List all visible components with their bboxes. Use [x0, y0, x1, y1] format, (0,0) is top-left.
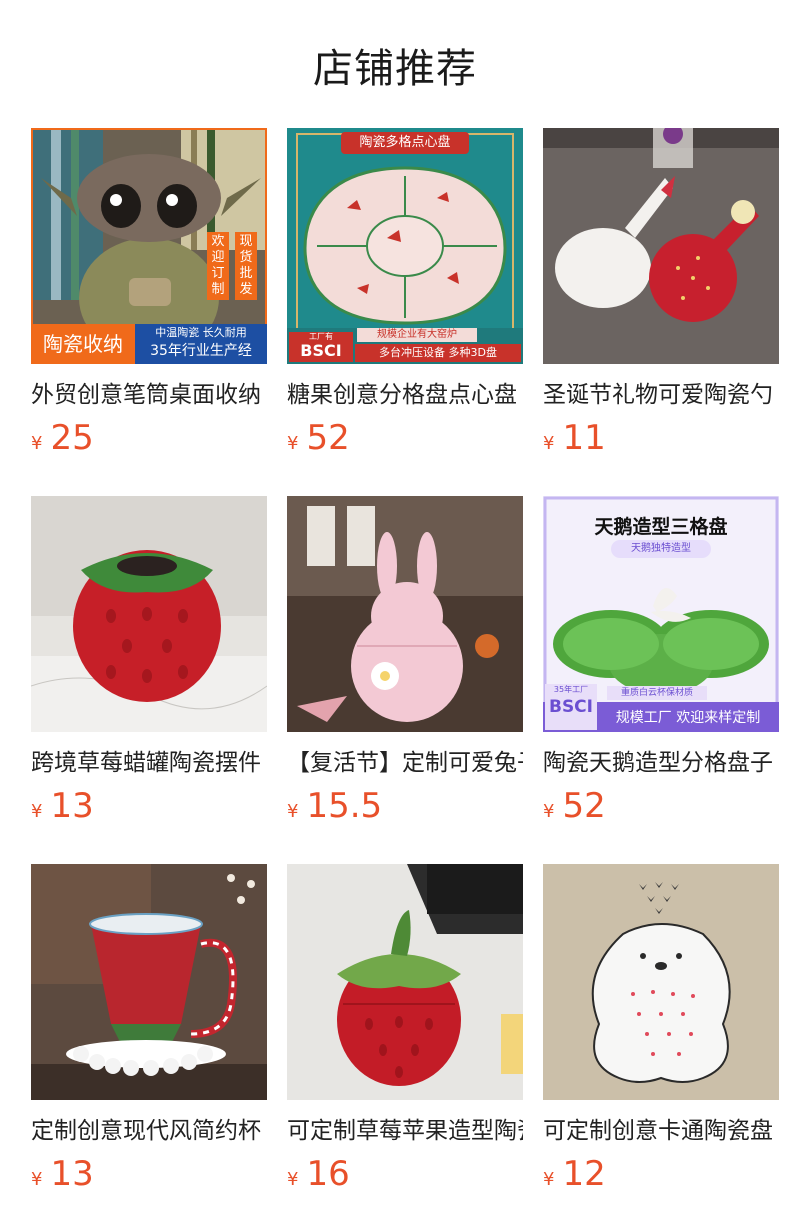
product-card[interactable]: 跨境草莓蜡罐陶瓷摆件 ¥13 — [31, 496, 267, 826]
price-value: 25 — [50, 418, 94, 458]
subheading-label: 天鹅独特造型 — [611, 540, 711, 558]
bsci-label: BSCI — [548, 697, 593, 717]
product-image[interactable]: 陶瓷多格点心盘 工厂有 BSCI 规模企业有大窑炉 多台冲压设备 多种3D盘 — [287, 128, 523, 364]
product-price: ¥52 — [287, 418, 523, 458]
product-image[interactable] — [543, 128, 779, 364]
product-price: ¥11 — [543, 418, 779, 458]
badge-sub: 中温陶瓷 长久耐用 35年行业生产经 — [135, 324, 267, 364]
product-name[interactable]: 糖果创意分格盘点心盘 — [287, 380, 523, 410]
footer-label: 规模工厂 欢迎来样定制 — [615, 710, 761, 726]
bsci-badge: 35年工厂 BSCI — [545, 684, 597, 730]
product-name[interactable]: 外贸创意笔筒桌面收纳 — [31, 380, 267, 410]
page-title: 店铺推荐 — [313, 46, 477, 92]
product-price: ¥52 — [543, 786, 779, 826]
currency-symbol: ¥ — [31, 801, 43, 822]
product-card[interactable]: 可定制草莓苹果造型陶瓷 ¥16 — [287, 864, 523, 1194]
product-name[interactable]: 可定制草莓苹果造型陶瓷 — [287, 1116, 523, 1146]
product-card[interactable]: 圣诞节礼物可爱陶瓷勺 ¥11 — [543, 128, 779, 458]
product-price: ¥16 — [287, 1154, 523, 1194]
product-price: ¥13 — [31, 1154, 267, 1194]
currency-symbol: ¥ — [543, 1169, 555, 1190]
material-label: 重质白云杯保材质 — [607, 686, 707, 700]
price-value: 16 — [306, 1154, 350, 1194]
custom-tag: 欢迎订制 — [207, 232, 229, 300]
product-price: ¥13 — [31, 786, 267, 826]
stock-tag: 现货批发 — [235, 232, 257, 300]
product-image[interactable] — [543, 864, 779, 1100]
bsci-label: BSCI — [300, 341, 342, 360]
heading-label: 天鹅造型三格盘 — [594, 516, 728, 538]
price-value: 13 — [50, 1154, 94, 1194]
price-value: 13 — [50, 786, 94, 826]
price-value: 11 — [562, 418, 606, 458]
price-value: 12 — [562, 1154, 606, 1194]
product-price: ¥15.5 — [287, 786, 523, 826]
product-card[interactable]: 天鹅造型三格盘 天鹅独特造型 35年工厂 BSCI 重质白云杯保材质 规模工厂 … — [543, 496, 779, 826]
product-image[interactable] — [287, 496, 523, 732]
product-image[interactable]: 欢迎订制 现货批发 陶瓷收纳 中温陶瓷 长久耐用 35年行业生产经 — [31, 128, 267, 364]
product-price: ¥12 — [543, 1154, 779, 1194]
product-name[interactable]: 【复活节】定制可爱兔子 — [287, 748, 523, 778]
product-card[interactable]: 定制创意现代风简约杯 ¥13 — [31, 864, 267, 1194]
product-image[interactable] — [31, 864, 267, 1100]
currency-symbol: ¥ — [31, 433, 43, 454]
product-name[interactable]: 可定制创意卡通陶瓷盘 — [543, 1116, 779, 1146]
product-name[interactable]: 定制创意现代风简约杯 — [31, 1116, 267, 1146]
bsci-badge: 工厂有 BSCI — [289, 332, 353, 362]
badge-sub-line1: 中温陶瓷 长久耐用 — [155, 326, 247, 339]
product-card[interactable]: 欢迎订制 现货批发 陶瓷收纳 中温陶瓷 长久耐用 35年行业生产经 外贸创意笔筒… — [31, 128, 267, 458]
price-value: 52 — [306, 418, 350, 458]
product-card[interactable]: 陶瓷多格点心盘 工厂有 BSCI 规模企业有大窑炉 多台冲压设备 多种3D盘 糖… — [287, 128, 523, 458]
currency-symbol: ¥ — [543, 433, 555, 454]
product-card[interactable]: 可定制创意卡通陶瓷盘 ¥12 — [543, 864, 779, 1194]
currency-symbol: ¥ — [287, 1169, 299, 1190]
banner-label: 陶瓷多格点心盘 — [341, 132, 469, 154]
price-value: 15.5 — [306, 786, 383, 826]
price-value: 52 — [562, 786, 606, 826]
equipment-label: 多台冲压设备 多种3D盘 — [355, 344, 521, 362]
badge-sub-line2: 35年行业生产经 — [150, 343, 252, 359]
product-price: ¥25 — [31, 418, 267, 458]
product-name[interactable]: 跨境草莓蜡罐陶瓷摆件 — [31, 748, 267, 778]
currency-symbol: ¥ — [543, 801, 555, 822]
product-name[interactable]: 陶瓷天鹅造型分格盘子 — [543, 748, 779, 778]
scale-label: 规模企业有大窑炉 — [357, 328, 477, 342]
currency-symbol: ¥ — [287, 801, 299, 822]
product-image[interactable] — [287, 864, 523, 1100]
product-name[interactable]: 圣诞节礼物可爱陶瓷勺 — [543, 380, 779, 410]
badge-main: 陶瓷收纳 — [31, 324, 135, 364]
currency-symbol: ¥ — [31, 1169, 43, 1190]
product-image[interactable]: 天鹅造型三格盘 天鹅独特造型 35年工厂 BSCI 重质白云杯保材质 规模工厂 … — [543, 496, 779, 732]
product-card[interactable]: 【复活节】定制可爱兔子 ¥15.5 — [287, 496, 523, 826]
years-label: 35年工厂 — [553, 685, 589, 694]
product-image[interactable] — [31, 496, 267, 732]
currency-symbol: ¥ — [287, 433, 299, 454]
